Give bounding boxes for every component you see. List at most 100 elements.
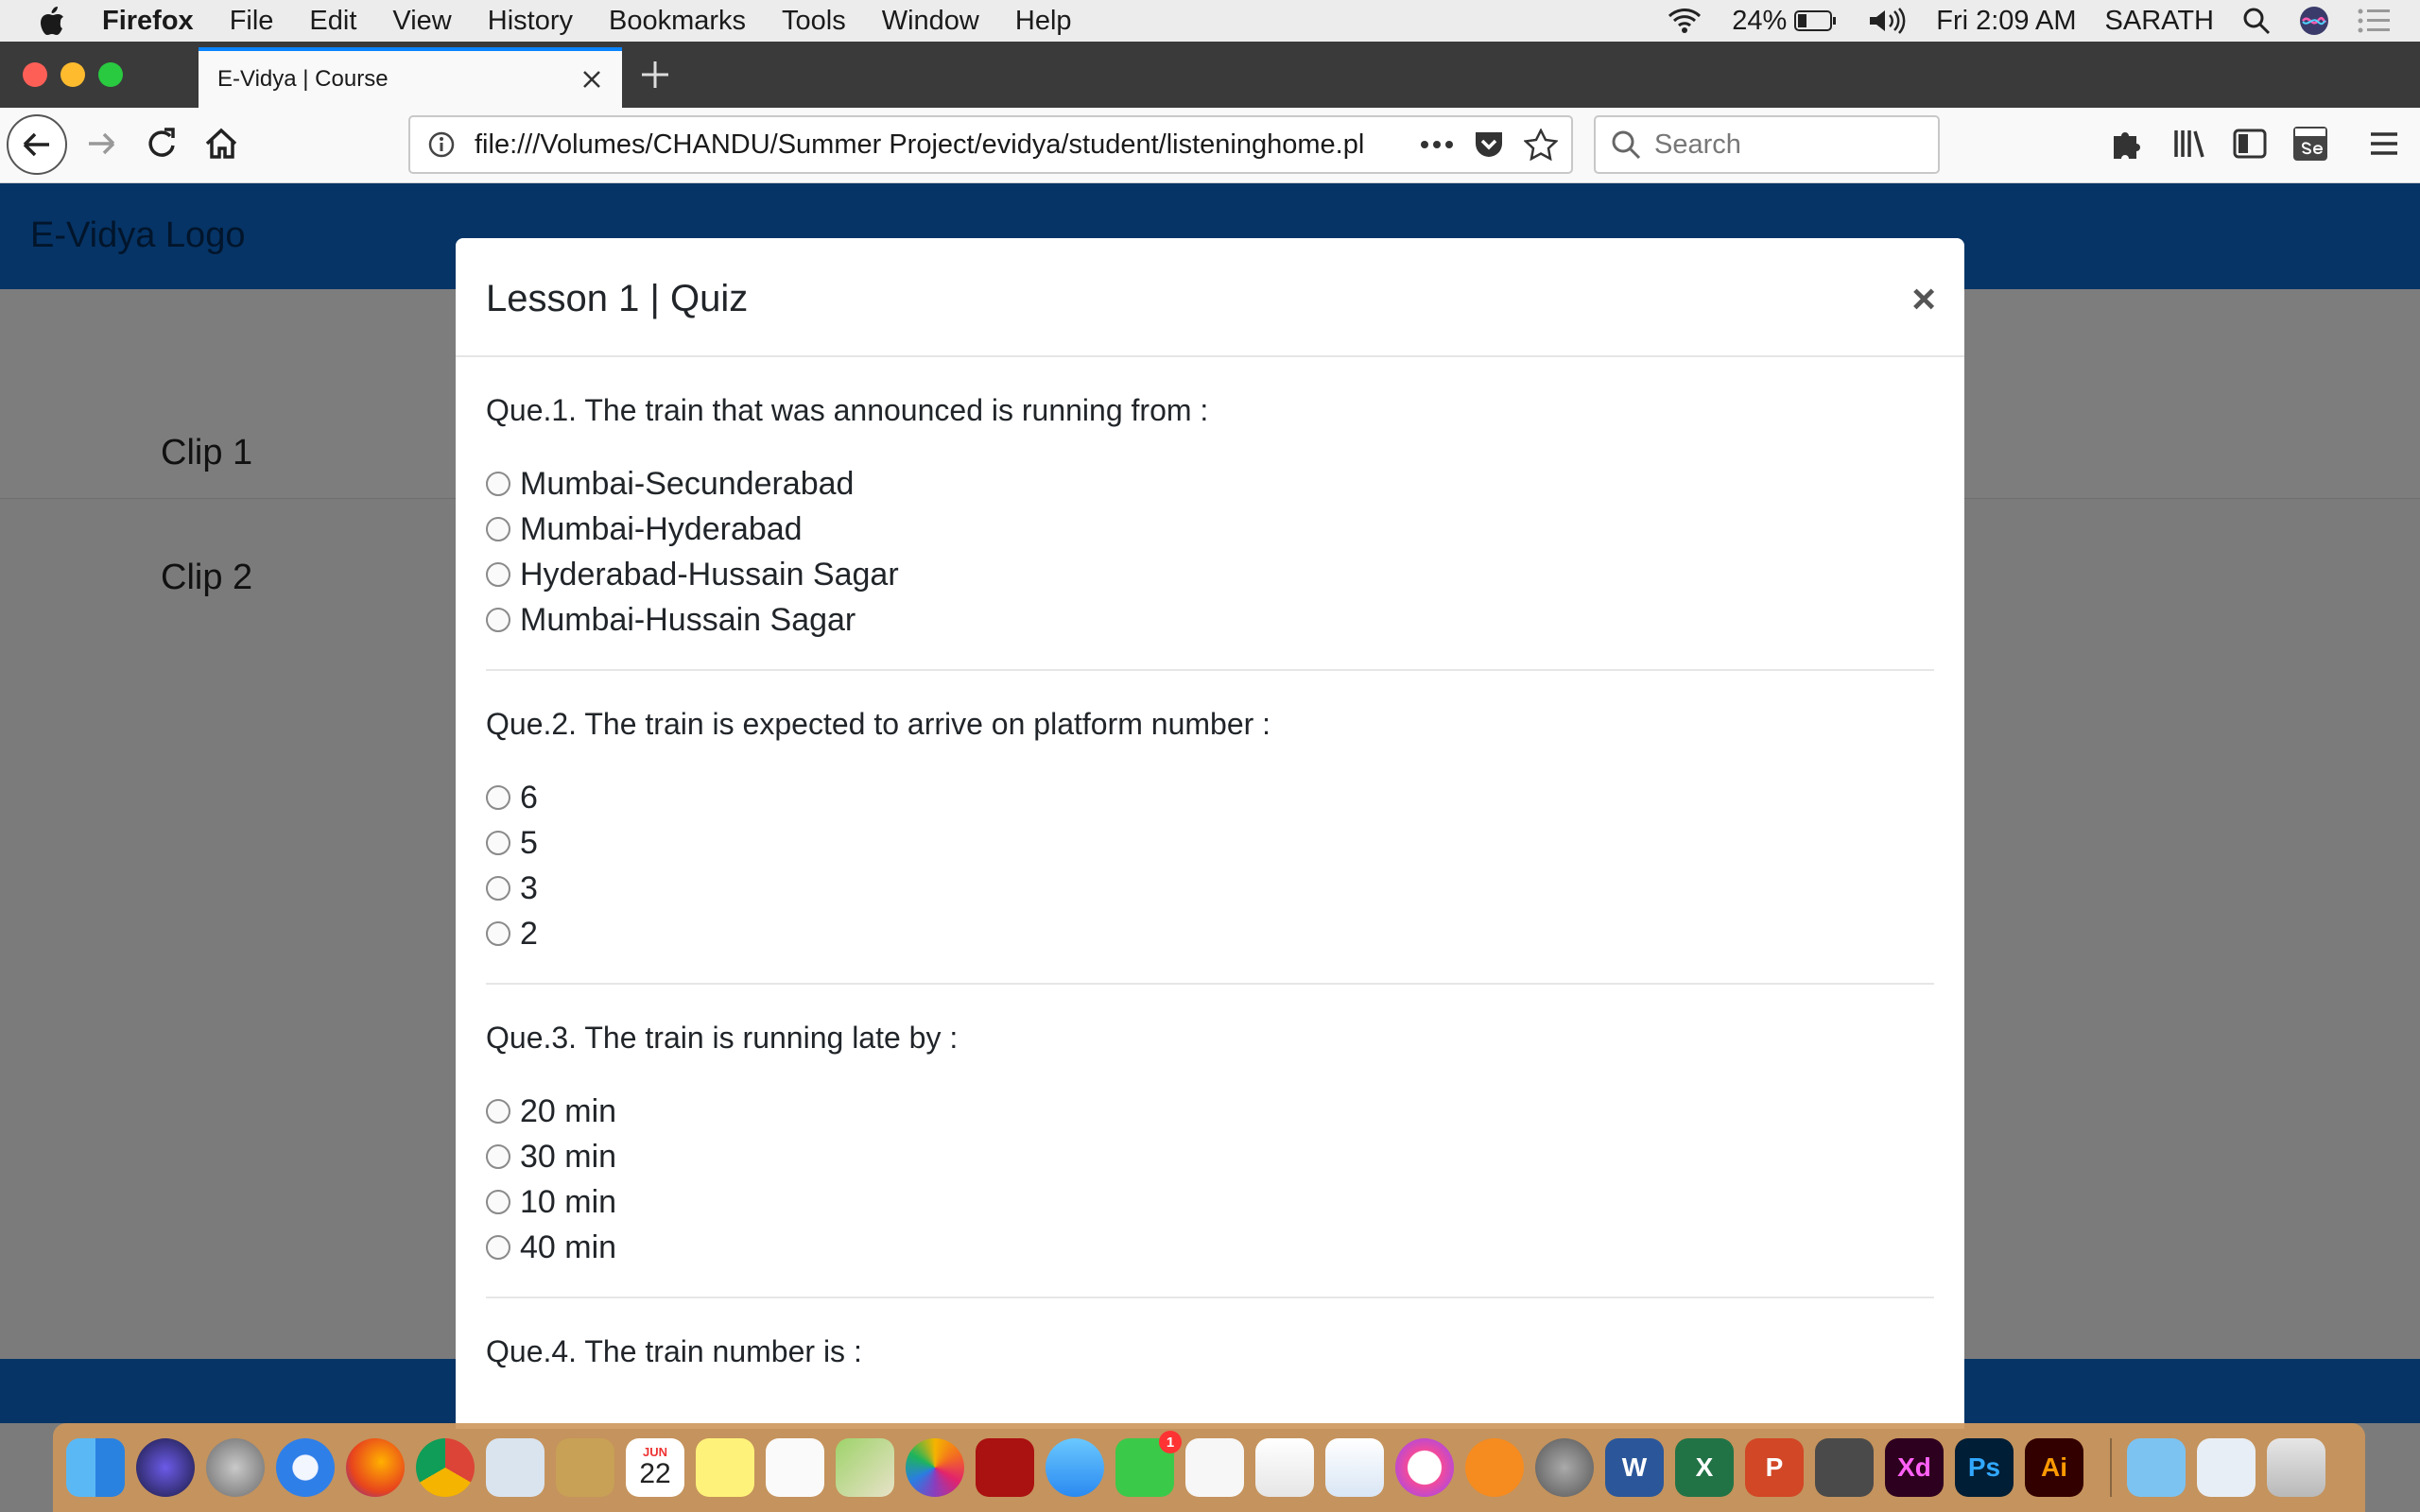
numbers-icon[interactable] — [1255, 1438, 1314, 1497]
answer-option[interactable]: Mumbai-Hussain Sagar — [486, 597, 1934, 643]
page-actions-icon[interactable] — [1420, 140, 1454, 149]
chrome-icon[interactable] — [416, 1438, 475, 1497]
clock[interactable]: Fri 2:09 AM — [1936, 6, 2076, 37]
answer-option[interactable]: 10 min — [486, 1179, 1934, 1225]
bookmark-star-icon[interactable] — [1524, 129, 1558, 161]
reminders-icon[interactable] — [766, 1438, 824, 1497]
answer-option[interactable]: 3 — [486, 866, 1934, 911]
menu-window[interactable]: Window — [882, 6, 979, 37]
answer-option[interactable]: 6 — [486, 775, 1934, 820]
hamburger-menu-icon[interactable] — [2367, 125, 2401, 163]
excel-icon[interactable]: X — [1675, 1438, 1734, 1497]
radio-button[interactable] — [486, 472, 510, 496]
firefox-icon[interactable] — [346, 1438, 405, 1497]
menu-edit[interactable]: Edit — [309, 6, 356, 37]
menu-app-firefox[interactable]: Firefox — [102, 6, 194, 37]
apple-menu-icon[interactable] — [38, 5, 66, 37]
radio-button[interactable] — [486, 921, 510, 946]
word-icon[interactable]: W — [1605, 1438, 1664, 1497]
radio-button[interactable] — [486, 876, 510, 901]
xd-icon[interactable]: Xd — [1885, 1438, 1944, 1497]
stickies-icon[interactable] — [696, 1438, 754, 1497]
modal-close-button[interactable]: × — [1911, 276, 1936, 323]
radio-button[interactable] — [486, 1144, 510, 1169]
reload-icon[interactable] — [142, 125, 180, 163]
window-close-button[interactable] — [23, 62, 47, 87]
trash-icon[interactable] — [2267, 1438, 2325, 1497]
facetime-icon[interactable]: 1 — [1115, 1431, 1182, 1497]
notification-center-icon[interactable] — [2358, 9, 2392, 33]
system-preferences-icon[interactable] — [1535, 1438, 1594, 1497]
menu-bookmarks[interactable]: Bookmarks — [609, 6, 746, 37]
search-bar[interactable]: Search — [1594, 115, 1940, 174]
answer-option[interactable]: 5 — [486, 820, 1934, 866]
volume-icon[interactable] — [1866, 7, 1908, 35]
keynote-icon[interactable] — [1325, 1438, 1384, 1497]
library-icon[interactable] — [2170, 125, 2208, 163]
selenium-extension-icon[interactable] — [2291, 125, 2329, 163]
maps-icon[interactable] — [836, 1438, 894, 1497]
answer-option[interactable]: Hyderabad-Hussain Sagar — [486, 552, 1934, 597]
menu-view[interactable]: View — [392, 6, 451, 37]
powerpoint-icon[interactable]: P — [1745, 1438, 1804, 1497]
radio-button[interactable] — [486, 1190, 510, 1214]
window-zoom-button[interactable] — [98, 62, 123, 87]
answer-option[interactable]: Mumbai-Secunderabad — [486, 461, 1934, 507]
radio-button[interactable] — [486, 785, 510, 810]
answer-option[interactable]: 40 min — [486, 1225, 1934, 1270]
extensions-icon[interactable] — [2108, 125, 2146, 163]
url-bar[interactable]: file:///Volumes/CHANDU/Summer Project/ev… — [408, 115, 1573, 174]
answer-option[interactable]: 30 min — [486, 1134, 1934, 1179]
siri-icon[interactable] — [2299, 6, 2329, 36]
answer-option[interactable]: 2 — [486, 911, 1934, 956]
battery-icon[interactable] — [1794, 9, 1838, 32]
radio-button[interactable] — [486, 562, 510, 587]
itunes-icon[interactable] — [1395, 1438, 1454, 1497]
illustrator-icon[interactable]: Ai — [2025, 1438, 2083, 1497]
folder-icon[interactable] — [2127, 1438, 2186, 1497]
radio-button[interactable] — [486, 1235, 510, 1260]
user-name[interactable]: SARATH — [2105, 6, 2214, 37]
ibooks-icon[interactable] — [1465, 1438, 1524, 1497]
sidebar-toggle-icon[interactable] — [2231, 125, 2269, 163]
home-icon[interactable] — [202, 125, 240, 163]
safari-icon[interactable] — [276, 1438, 335, 1497]
site-logo[interactable]: E-Vidya Logo — [30, 215, 245, 256]
menu-tools[interactable]: Tools — [782, 6, 846, 37]
sublime-icon[interactable] — [1815, 1438, 1874, 1497]
site-info-icon[interactable] — [427, 130, 456, 159]
radio-button[interactable] — [486, 831, 510, 855]
window-minimize-button[interactable] — [60, 62, 85, 87]
clip-2-link[interactable]: Clip 2 — [161, 558, 252, 598]
answer-option[interactable]: Mumbai-Hyderabad — [486, 507, 1934, 552]
new-tab-icon[interactable] — [639, 59, 671, 91]
pocket-icon[interactable] — [1473, 129, 1505, 160]
radio-button[interactable] — [486, 1099, 510, 1124]
finder-icon[interactable] — [66, 1438, 125, 1497]
browser-tab-active[interactable]: E-Vidya | Course — [199, 47, 622, 108]
photoshop-icon[interactable]: Ps — [1955, 1438, 2014, 1497]
photobooth-icon[interactable] — [976, 1438, 1034, 1497]
notes-icon[interactable] — [556, 1438, 614, 1497]
radio-button[interactable] — [486, 517, 510, 541]
menu-file[interactable]: File — [230, 6, 274, 37]
mail-icon[interactable] — [486, 1438, 544, 1497]
answer-option[interactable]: 20 min — [486, 1089, 1934, 1134]
messages-icon[interactable] — [1046, 1438, 1104, 1497]
wifi-icon[interactable] — [1666, 7, 1703, 35]
launchpad-icon[interactable] — [206, 1438, 265, 1497]
calendar-icon[interactable]: JUN 22 — [626, 1438, 684, 1497]
textedit-icon[interactable] — [1185, 1438, 1244, 1497]
menu-history[interactable]: History — [488, 6, 573, 37]
documents-icon[interactable] — [2197, 1438, 2256, 1497]
clip-1-link[interactable]: Clip 1 — [161, 433, 252, 473]
forward-button-icon[interactable] — [83, 125, 121, 163]
siri-icon[interactable] — [136, 1438, 195, 1497]
menu-help[interactable]: Help — [1015, 6, 1072, 37]
photos-icon[interactable] — [906, 1438, 964, 1497]
radio-button[interactable] — [486, 608, 510, 632]
back-button-icon[interactable] — [6, 113, 68, 176]
url-text[interactable]: file:///Volumes/CHANDU/Summer Project/ev… — [475, 129, 1382, 161]
tab-close-icon[interactable] — [580, 68, 603, 91]
spotlight-search-icon[interactable] — [2242, 7, 2271, 35]
